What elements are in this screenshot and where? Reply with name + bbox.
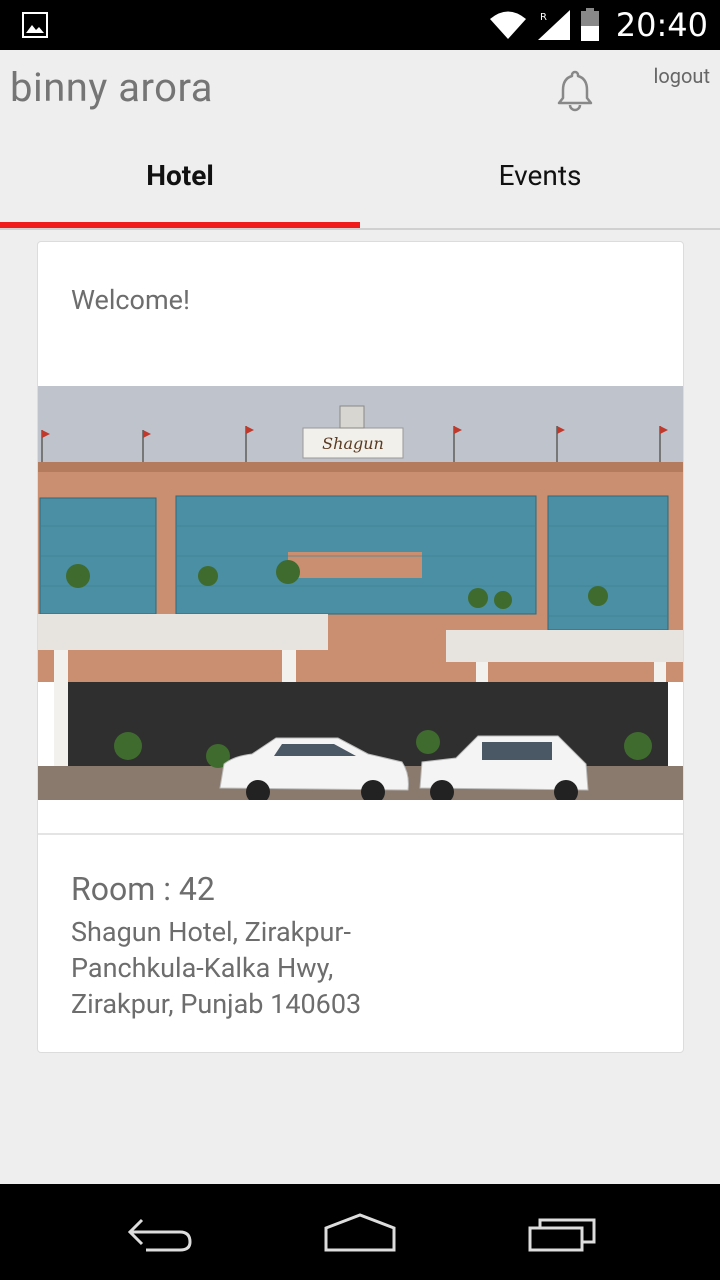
logout-button[interactable]: logout — [654, 64, 710, 88]
battery-icon — [581, 8, 599, 41]
status-bar: R 20:40 — [0, 0, 720, 50]
tab-hotel[interactable]: Hotel — [0, 130, 360, 220]
room-label: Room : — [71, 870, 171, 908]
image-icon — [22, 12, 48, 38]
signal-icon: R — [538, 10, 570, 40]
status-time: 20:40 — [615, 6, 708, 44]
user-name: binny arora — [10, 64, 213, 111]
recents-icon[interactable] — [526, 1214, 598, 1254]
home-icon[interactable] — [322, 1212, 398, 1254]
back-icon[interactable] — [124, 1214, 196, 1254]
hotel-photo: Shagun — [38, 386, 683, 800]
navigation-bar — [0, 1184, 720, 1280]
room-info: Room : 42 — [71, 870, 215, 908]
tab-bar: Hotel Events — [0, 130, 720, 230]
bell-icon[interactable] — [553, 68, 597, 112]
welcome-text: Welcome! — [71, 284, 190, 316]
app-bar: binny arora logout Hotel Events — [0, 50, 720, 230]
svg-text:R: R — [540, 12, 547, 23]
status-icons: R — [488, 8, 600, 42]
wifi-icon — [490, 11, 526, 39]
hotel-address: Shagun Hotel, Zirakpur-Panchkula-Kalka H… — [71, 916, 362, 1020]
room-number: 42 — [178, 870, 215, 908]
hotel-sign-text: Shagun — [322, 434, 384, 453]
tab-divider — [0, 228, 720, 230]
tab-events[interactable]: Events — [360, 130, 720, 220]
hotel-card: Welcome! Shagun Room: 42 Shagun Hotel, … — [37, 241, 684, 1053]
card-divider — [38, 833, 683, 835]
